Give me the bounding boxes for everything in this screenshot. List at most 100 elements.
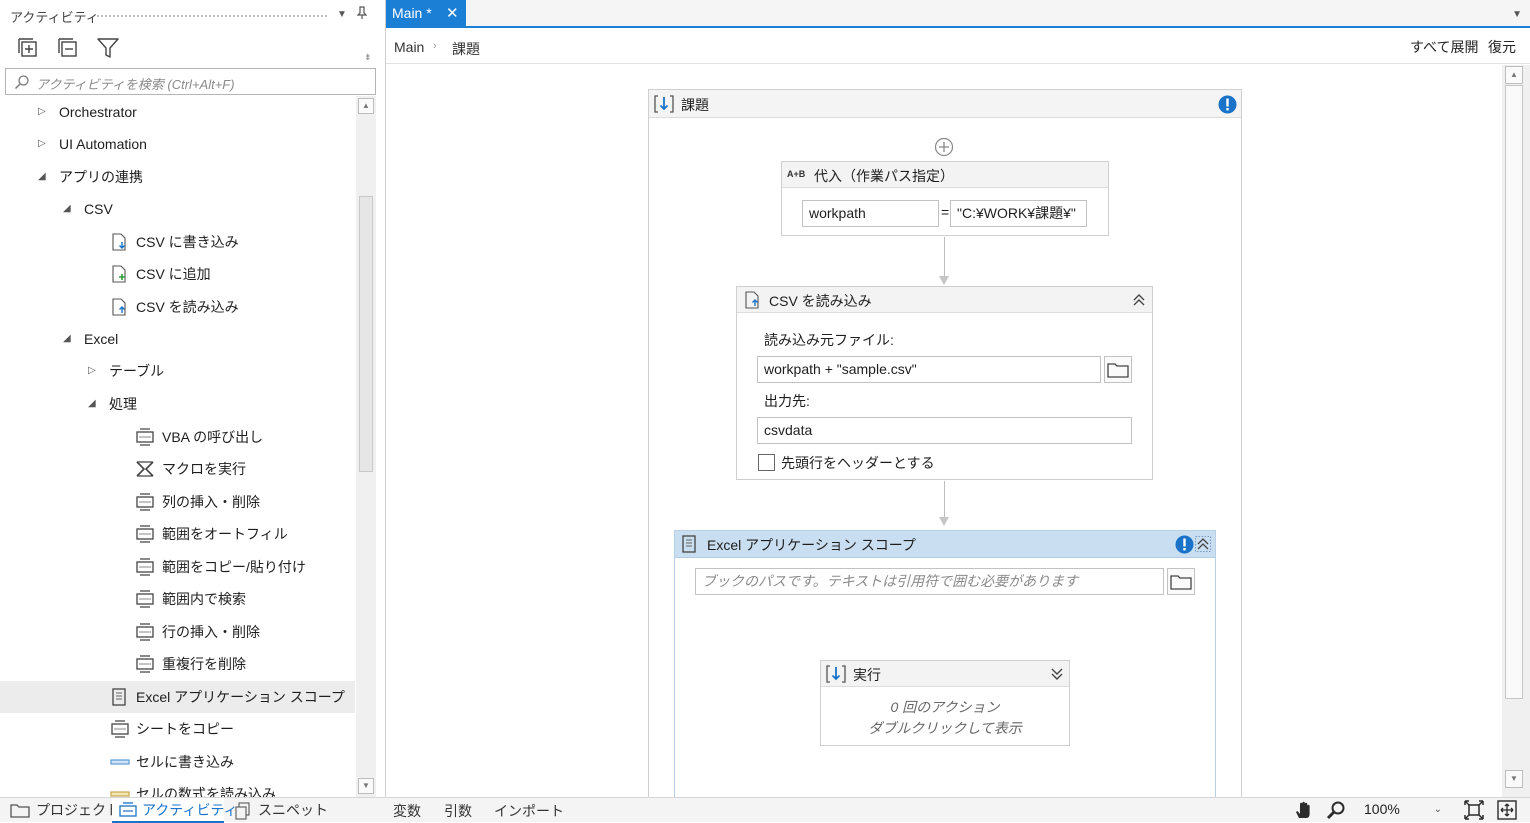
- browse-folder-button[interactable]: [1104, 356, 1132, 383]
- hand-pan-icon[interactable]: [1294, 800, 1314, 820]
- assign-header[interactable]: A+B 代入（作業パス指定）: [782, 162, 1108, 188]
- excel-activity-icon: [135, 655, 154, 673]
- output-field[interactable]: csvdata: [757, 417, 1132, 444]
- collapse-arrow-icon[interactable]: ◢: [88, 389, 96, 419]
- activity-tree: ▷ Orchestrator ▷ UI Automation ◢ アプリの連携 …: [0, 96, 355, 798]
- expand-all-button[interactable]: すべて展開: [1410, 37, 1478, 57]
- collapse-arrow-icon[interactable]: ◢: [63, 194, 71, 224]
- filter-icon[interactable]: [96, 36, 122, 62]
- zoom-select[interactable]: 100% ⌄: [1358, 799, 1448, 821]
- tree-node-processing[interactable]: ◢ 処理: [0, 389, 355, 419]
- drag-grip[interactable]: [96, 14, 328, 18]
- tree-node-app-integration[interactable]: ◢ アプリの連携: [0, 162, 355, 192]
- tab-activities[interactable]: アクティビティ: [112, 798, 238, 823]
- activity-excel-application-scope[interactable]: Excel アプリケーション スコープ: [0, 681, 355, 713]
- tab-project[interactable]: プロジェクト: [4, 798, 120, 823]
- zoom-icon[interactable]: [1326, 800, 1346, 820]
- double-click-hint: ダブルクリックして表示: [868, 720, 1022, 736]
- assign-activity[interactable]: A+B 代入（作業パス指定） workpath = "C:¥WORK¥課題¥": [781, 161, 1109, 236]
- assign-to-field[interactable]: workpath: [802, 200, 939, 227]
- collapse-all-icon[interactable]: [56, 36, 82, 62]
- expand-arrow-icon[interactable]: ▷: [38, 129, 46, 159]
- browse-folder-button[interactable]: [1167, 568, 1195, 595]
- activity-copy-sheet[interactable]: シートをコピー: [0, 714, 355, 744]
- read-csv-icon: [110, 298, 128, 316]
- activity-lookup-range[interactable]: 範囲内で検索: [0, 584, 355, 614]
- header-checkbox-label: 先頭行をヘッダーとする: [781, 455, 935, 471]
- snippets-icon: [234, 802, 254, 820]
- activity-append-csv[interactable]: CSV に追加: [0, 259, 355, 289]
- collapse-arrow-icon[interactable]: ◢: [63, 324, 71, 354]
- collapse-icon[interactable]: [1195, 536, 1211, 552]
- scrollbar-thumb[interactable]: [1505, 85, 1523, 699]
- header-checkbox[interactable]: [758, 454, 775, 471]
- activity-insert-delete-columns[interactable]: 列の挿入・削除: [0, 487, 355, 517]
- warning-icon[interactable]: [1175, 535, 1194, 554]
- collapse-icon[interactable]: [1132, 293, 1146, 307]
- tree-node-label: CSV に追加: [136, 266, 211, 282]
- expand-arrow-icon[interactable]: ▷: [88, 356, 96, 386]
- tree-node-orchestrator[interactable]: ▷ Orchestrator: [0, 97, 355, 127]
- restore-button[interactable]: 復元: [1488, 37, 1516, 57]
- sequence-header[interactable]: 課題: [649, 90, 1241, 118]
- tree-node-table[interactable]: ▷ テーブル: [0, 356, 355, 386]
- activity-run-macro[interactable]: マクロを実行: [0, 454, 355, 484]
- expand-all-icon[interactable]: [16, 36, 42, 62]
- panel-menu-dropdown-icon[interactable]: ▼: [337, 9, 347, 20]
- scroll-down-icon[interactable]: ▼: [1505, 770, 1523, 788]
- flow-connector: [944, 481, 945, 521]
- scroll-up-icon[interactable]: ▲: [1505, 66, 1523, 84]
- tab-list-dropdown-icon[interactable]: ▼: [1512, 9, 1522, 20]
- variables-tab[interactable]: 変数: [393, 801, 421, 821]
- activity-write-csv[interactable]: CSV に書き込み: [0, 227, 355, 257]
- close-icon[interactable]: ✕: [446, 0, 459, 27]
- activity-autofill-range[interactable]: 範囲をオートフィル: [0, 519, 355, 549]
- excel-scope-header[interactable]: Excel アプリケーション スコープ: [675, 531, 1215, 558]
- workbook-path-field[interactable]: ブックのパスです。テキストは引用符で囲む必要があります: [695, 568, 1164, 595]
- tab-main[interactable]: Main * ✕: [386, 0, 466, 28]
- canvas-scrollbar[interactable]: ▲ ▼: [1502, 65, 1530, 797]
- scroll-up-icon[interactable]: ▲: [358, 98, 374, 114]
- add-activity-icon[interactable]: [934, 137, 954, 157]
- activity-copy-paste-range[interactable]: 範囲をコピー/貼り付け: [0, 552, 355, 582]
- assign-value-field[interactable]: "C:¥WORK¥課題¥": [950, 200, 1087, 227]
- assign-operator: =: [941, 204, 950, 220]
- collapse-arrow-icon[interactable]: ◢: [38, 162, 46, 192]
- scroll-down-icon[interactable]: ▼: [358, 778, 374, 794]
- do-sequence-header[interactable]: 実行: [821, 661, 1069, 687]
- pin-icon[interactable]: [357, 6, 367, 20]
- flow-arrow-icon: [939, 517, 949, 526]
- overview-icon[interactable]: [1497, 800, 1517, 820]
- activity-search-input[interactable]: アクティビティを検索 (Ctrl+Alt+F): [5, 68, 376, 95]
- tree-node-csv[interactable]: ◢ CSV: [0, 194, 355, 224]
- excel-scope-activity[interactable]: Excel アプリケーション スコープ ブックのパスです。テキストは引用符で囲む…: [674, 530, 1216, 797]
- activity-insert-delete-rows[interactable]: 行の挿入・削除: [0, 617, 355, 647]
- append-csv-icon: [110, 265, 128, 283]
- excel-activity-icon: [135, 428, 154, 446]
- scrollbar-thumb[interactable]: [359, 196, 373, 472]
- activity-remove-duplicate-rows[interactable]: 重複行を削除: [0, 649, 355, 679]
- do-sequence-activity[interactable]: 実行 0 回のアクション ダブルクリックして表示: [820, 660, 1070, 746]
- fit-to-screen-icon[interactable]: [1464, 800, 1484, 820]
- read-csv-header[interactable]: CSV を読み込み: [737, 287, 1152, 313]
- source-file-field[interactable]: workpath + "sample.csv": [757, 356, 1101, 383]
- tree-node-excel[interactable]: ◢ Excel: [0, 324, 355, 354]
- activity-read-csv[interactable]: CSV を読み込み: [0, 292, 355, 322]
- toolbar-overflow-icon[interactable]: ⇟: [364, 52, 372, 63]
- activity-write-cell[interactable]: セルに書き込み: [0, 747, 355, 777]
- activities-icon: [118, 802, 138, 818]
- workflow-canvas[interactable]: 課題 A+B 代入（作業パス指定） workpath = "C:¥WORK¥課題…: [386, 65, 1502, 797]
- activity-invoke-vba[interactable]: VBA の呼び出し: [0, 422, 355, 452]
- expand-arrow-icon[interactable]: ▷: [38, 97, 46, 127]
- tree-node-ui-automation[interactable]: ▷ UI Automation: [0, 129, 355, 159]
- imports-tab[interactable]: インポート: [494, 801, 564, 821]
- breadcrumb-main[interactable]: Main: [394, 39, 424, 55]
- tree-scrollbar[interactable]: ▲ ▼: [356, 96, 376, 798]
- tab-snippets[interactable]: スニペット: [228, 798, 338, 823]
- sequence-icon: [826, 665, 846, 683]
- activity-read-cell-formula[interactable]: セルの数式を読み込み: [0, 779, 355, 798]
- read-csv-activity[interactable]: CSV を読み込み 読み込み元ファイル: workpath + "sample.…: [736, 286, 1153, 480]
- arguments-tab[interactable]: 引数: [444, 801, 472, 821]
- warning-icon[interactable]: [1218, 95, 1237, 114]
- expand-icon[interactable]: [1050, 667, 1064, 681]
